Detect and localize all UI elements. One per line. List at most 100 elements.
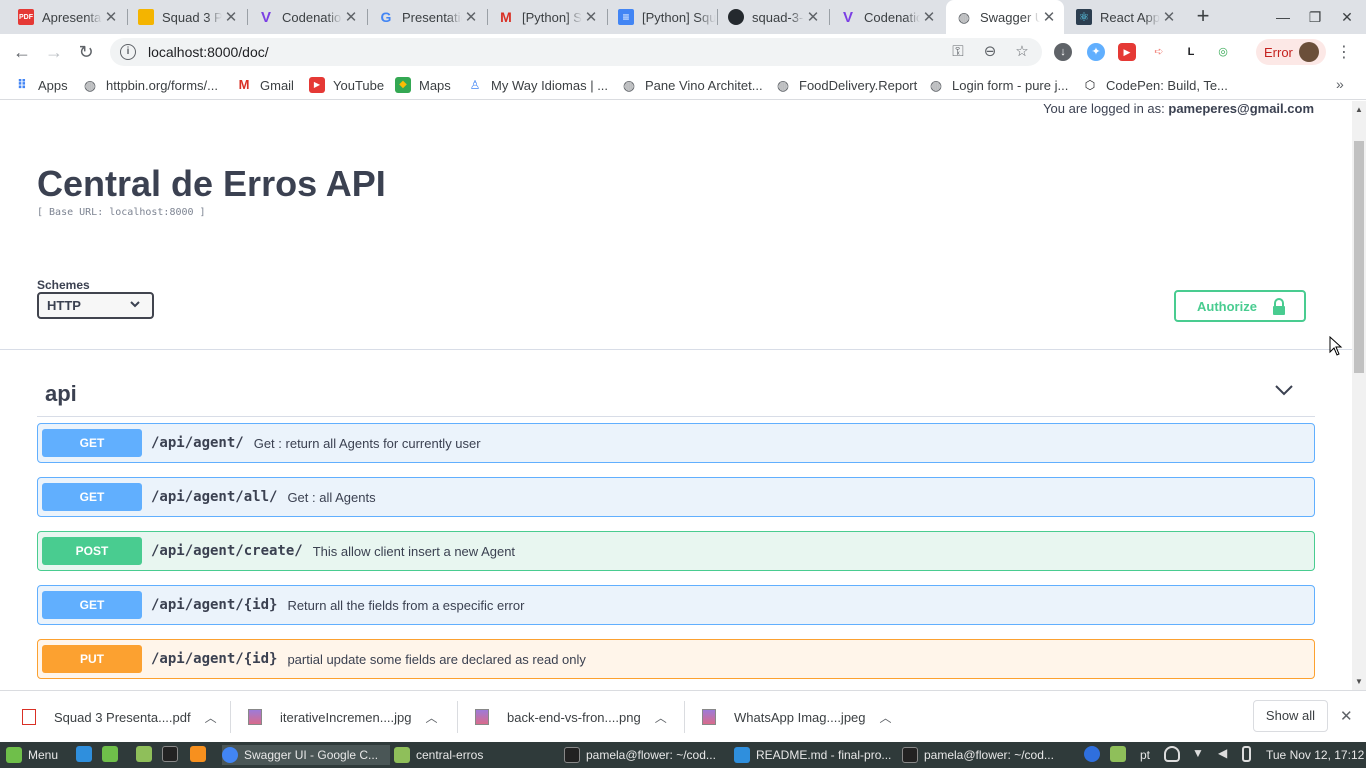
address-bar[interactable]: i localhost:8000/doc/ ⚿ ⊖ ☆ [110,38,1042,66]
download-extension-icon[interactable]: ↓ [1054,43,1072,61]
close-icon[interactable]: ✕ [582,8,600,26]
operation-get-agent[interactable]: GET /api/agent/ Get : return all Agents … [37,423,1315,463]
bookmark-panevino[interactable]: ◍ Pane Vino Architet... [621,76,763,94]
bookmark-fooddelivery[interactable]: ◍ FoodDelivery.Report [775,76,917,94]
restore-button[interactable]: ❐ [1304,6,1326,28]
bookmark-youtube[interactable]: ▶ YouTube [309,76,384,94]
l-extension-icon[interactable]: L [1182,43,1200,61]
tab-codenation-2[interactable]: V Codenation ✕ [830,0,944,34]
bookmark-maps[interactable]: ◆ Maps [395,76,451,94]
operation-post-agent-create[interactable]: POST /api/agent/create/ This allow clien… [37,531,1315,571]
close-icon[interactable]: ✕ [102,8,120,26]
bookmark-apps[interactable]: ⠿ Apps [14,76,68,94]
tab-react-app[interactable]: ⚛ React App ✕ [1066,0,1184,34]
scroll-thumb[interactable] [1354,141,1364,373]
tab-squad3[interactable]: Squad 3 Presentation ✕ [128,0,246,34]
forward-button[interactable]: → [42,40,66,64]
taskbar-window-folder[interactable]: central-erros [394,745,554,765]
bookmark-gmail[interactable]: M Gmail [236,76,294,94]
show-all-button[interactable]: Show all [1253,700,1328,732]
battery-icon[interactable] [1242,746,1251,762]
gmail-icon: M [500,9,512,25]
tab-apresentacao[interactable]: PDF Apresentação ✕ [8,0,126,34]
chevron-up-icon[interactable]: ︿ [205,709,217,726]
download-item[interactable]: iterativeIncremen....jpg ︿ [248,699,438,735]
close-icon[interactable]: ✕ [920,8,938,26]
page-scrollbar[interactable]: ▲ ▼ [1352,101,1366,690]
shield-icon[interactable] [1164,746,1180,762]
new-tab-button[interactable]: + [1192,5,1214,27]
star-icon[interactable]: ☆ [1012,42,1032,62]
close-icon[interactable]: ✕ [342,8,360,26]
close-icon[interactable]: ✕ [1040,8,1058,26]
tab-codenation[interactable]: V Codenation ✕ [248,0,366,34]
download-name: back-end-vs-fron....png [507,709,641,725]
close-icon[interactable]: ✕ [1340,707,1353,725]
taskbar-window-chrome[interactable]: Swagger UI - Google C... [222,745,390,765]
reload-button[interactable]: ↻ [74,40,98,64]
operation-path: /api/agent/all/ [151,489,278,505]
tab-label: Codenation [864,9,920,25]
schemes-select[interactable]: HTTP [37,292,154,319]
bookmarks-overflow-icon[interactable]: » [1336,76,1344,92]
taskbar-window-vscode[interactable]: README.md - final-pro... [734,745,898,765]
profile-error-button[interactable]: Error [1256,39,1326,65]
chevron-up-icon[interactable]: ︿ [655,709,667,726]
bookmark-loginform[interactable]: ◍ Login form - pure j... [928,76,1068,94]
operation-get-agent-id[interactable]: GET /api/agent/{id} Return all the field… [37,585,1315,625]
info-icon[interactable]: i [120,44,136,60]
share-extension-icon[interactable]: ➪ [1150,43,1168,61]
clock[interactable]: Tue Nov 12, 17:12 [1266,745,1364,765]
volume-icon[interactable]: ◀ [1218,746,1234,762]
wifi-icon[interactable]: ▼ [1192,746,1208,762]
vscode-launcher-icon[interactable] [76,746,92,762]
tab-swagger-ui[interactable]: ◍ Swagger UI ✕ [946,0,1064,34]
circle-extension-icon[interactable]: ◎ [1214,43,1232,61]
image-file-icon [248,709,262,725]
operation-path: /api/agent/create/ [151,543,303,559]
download-item[interactable]: Squad 3 Presenta....pdf ︿ [22,699,217,735]
taskbar-window-terminal[interactable]: pamela@flower: ~/cod... [564,745,728,765]
url-text[interactable]: localhost:8000/doc/ [148,44,269,60]
start-menu-button[interactable]: Menu [6,745,58,765]
operation-get-agent-all[interactable]: GET /api/agent/all/ Get : all Agents [37,477,1315,517]
authorize-button[interactable]: Authorize [1174,290,1306,322]
download-item[interactable]: back-end-vs-fron....png ︿ [475,699,667,735]
close-icon[interactable]: ✕ [804,8,822,26]
tab-presentation[interactable]: G Presentation ✕ [368,0,486,34]
scroll-down-icon[interactable]: ▼ [1355,677,1363,686]
folder-launcher-icon[interactable] [136,746,152,762]
folder-tray-icon[interactable] [1110,746,1126,762]
extension-badge-icon[interactable]: ✦ [1087,43,1105,61]
close-icon[interactable]: ✕ [1160,8,1178,26]
api-section-header[interactable]: api [37,371,1315,417]
bookmark-httpbin[interactable]: ◍ httpbin.org/forms/... [82,76,218,94]
close-icon[interactable]: ✕ [462,8,480,26]
keyboard-layout[interactable]: pt [1140,745,1150,765]
bluetooth-icon[interactable] [1084,746,1100,762]
bookmark-codepen[interactable]: ⬡ CodePen: Build, Te... [1082,76,1228,94]
bookmark-myway[interactable]: ♙ My Way Idiomas | ... [467,76,608,94]
zoom-icon[interactable]: ⊖ [980,42,1000,62]
back-button[interactable]: ← [10,40,34,64]
close-icon[interactable]: ✕ [222,8,240,26]
firefox-launcher-icon[interactable] [190,746,206,762]
tab-github[interactable]: squad-3-ad ✕ [718,0,828,34]
close-window-button[interactable]: ✕ [1336,6,1358,28]
tab-python-docs[interactable]: ≡ [Python] Squad [608,0,716,34]
minimize-button[interactable]: — [1272,6,1294,28]
key-icon[interactable]: ⚿ [948,42,968,62]
chevron-up-icon[interactable]: ︿ [880,709,892,726]
operation-put-agent-id[interactable]: PUT /api/agent/{id} partial update some … [37,639,1315,679]
download-item[interactable]: WhatsApp Imag....jpeg ︿ [702,699,892,735]
scroll-up-icon[interactable]: ▲ [1355,105,1363,114]
base-url: [ Base URL: localhost:8000 ] [37,207,206,218]
youtube-extension-icon[interactable]: ▶ [1118,43,1136,61]
tab-python-gmail[interactable]: M [Python] Squad ✕ [488,0,606,34]
menu-icon[interactable]: ⋮ [1336,42,1352,62]
chevron-down-icon[interactable] [1275,383,1293,401]
taskbar-window-terminal-2[interactable]: pamela@flower: ~/cod... [902,745,1066,765]
files-launcher-icon[interactable] [102,746,118,762]
chevron-up-icon[interactable]: ︿ [426,709,438,726]
terminal-launcher-icon[interactable] [162,746,178,762]
